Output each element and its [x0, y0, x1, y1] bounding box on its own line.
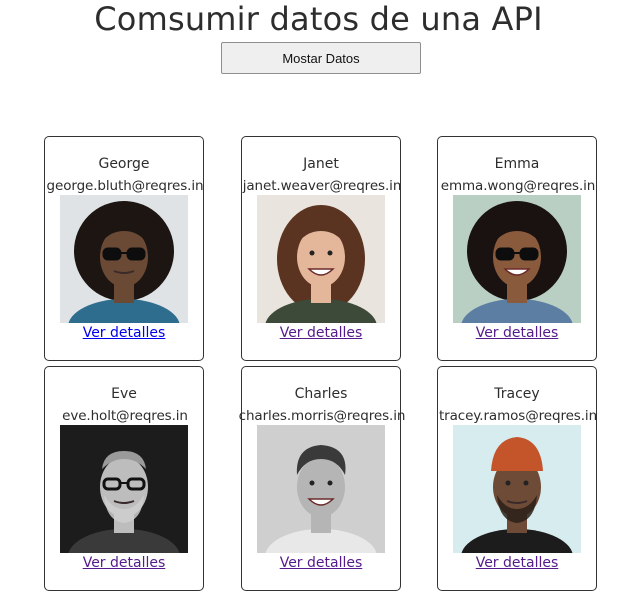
- page-title: Comsumir datos de una API: [94, 0, 543, 38]
- view-details-link[interactable]: Ver detalles: [242, 554, 400, 572]
- user-name: Janet: [303, 156, 339, 172]
- user-card-tracey: Tracey tracey.ramos@reqres.in Ver detall…: [437, 366, 597, 591]
- user-email: charles.morris@reqres.in: [238, 408, 406, 424]
- user-name: Eve: [111, 386, 137, 402]
- view-details-link[interactable]: Ver detalles: [45, 324, 203, 342]
- user-card-janet: Janet janet.weaver@reqres.in Ver detalle…: [241, 136, 401, 361]
- user-email: tracey.ramos@reqres.in: [438, 408, 598, 424]
- user-card-charles: Charles charles.morris@reqres.in Ver det…: [239, 366, 405, 591]
- user-avatar: [257, 425, 385, 553]
- user-email: janet.weaver@reqres.in: [242, 178, 402, 194]
- user-avatar: [453, 425, 581, 553]
- page: Comsumir datos de una API Mostar Datos G…: [0, 0, 637, 609]
- user-avatar: [60, 425, 188, 553]
- view-details-link[interactable]: Ver detalles: [45, 554, 203, 572]
- user-email: george.bluth@reqres.in: [46, 178, 204, 194]
- user-name: Charles: [294, 386, 348, 402]
- user-email: eve.holt@reqres.in: [62, 408, 188, 424]
- user-avatar: [60, 195, 188, 323]
- user-avatar: [453, 195, 581, 323]
- user-card-george: George george.bluth@reqres.in Ver detall…: [44, 136, 204, 361]
- user-name: Emma: [494, 156, 540, 172]
- view-details-link[interactable]: Ver detalles: [438, 554, 596, 572]
- user-name: George: [98, 156, 150, 172]
- user-name: Tracey: [494, 386, 540, 402]
- view-details-link[interactable]: Ver detalles: [242, 324, 400, 342]
- show-data-button[interactable]: Mostar Datos: [221, 42, 421, 74]
- view-details-link[interactable]: Ver detalles: [438, 324, 596, 342]
- user-email: emma.wong@reqres.in: [440, 178, 596, 194]
- user-card-eve: Eve eve.holt@reqres.in Ver detalles: [44, 366, 204, 591]
- user-card-emma: Emma emma.wong@reqres.in Ver detalles: [437, 136, 597, 361]
- user-avatar: [257, 195, 385, 323]
